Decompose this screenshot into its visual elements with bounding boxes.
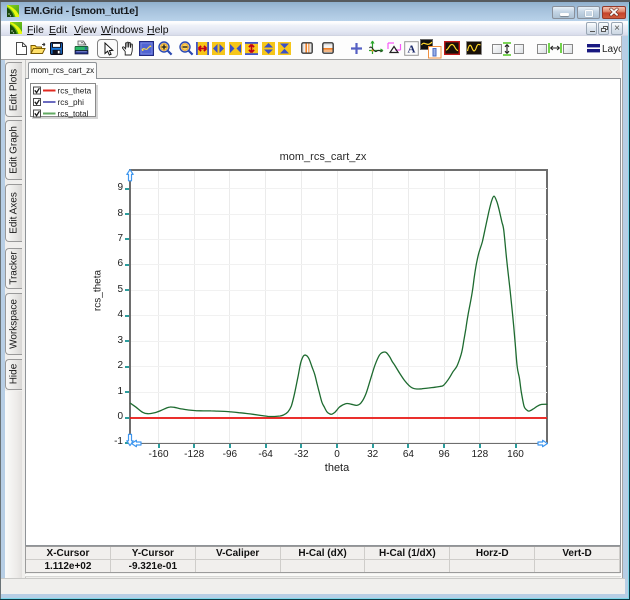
svg-text:rcs_theta: rcs_theta — [58, 87, 92, 96]
svg-text:rcs_phi: rcs_phi — [58, 98, 85, 107]
svg-text:rcs_total: rcs_total — [58, 110, 89, 119]
